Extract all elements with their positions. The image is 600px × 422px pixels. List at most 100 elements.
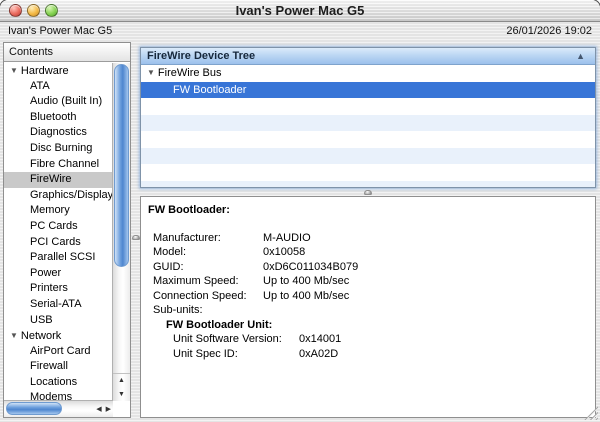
sidebar-item-firewall[interactable]: Firewall (4, 359, 113, 375)
detail-value: 0x14001 (299, 333, 342, 345)
scroll-right-arrow-icon[interactable]: ▶ (106, 405, 111, 413)
contents-list: ▼ Hardware ATA Audio (Built In) Bluetooth… (4, 63, 113, 401)
sidebar-item-usb[interactable]: USB (4, 313, 113, 329)
sidebar-item-label: Printers (30, 282, 68, 295)
sidebar-item-ata[interactable]: ATA (4, 79, 113, 95)
sidebar-item-label: AirPort Card (30, 344, 91, 357)
tree-row-label: FireWire Bus (157, 67, 222, 79)
sidebar-item-disc-burning[interactable]: Disc Burning (4, 141, 113, 157)
details-subunit-title: FW Bootloader Unit: (166, 318, 273, 331)
sidebar-item-diagnostics[interactable]: Diagnostics (4, 125, 113, 141)
device-tree-header-label: FireWire Device Tree (147, 50, 256, 62)
contents-header: Contents (4, 43, 130, 62)
sidebar-item-pc-cards[interactable]: PC Cards (4, 219, 113, 235)
detail-label: Unit Software Version: (173, 333, 282, 345)
detail-value: Up to 400 Mb/sec (263, 289, 350, 302)
sidebar-item-label: Audio (Built In) (30, 95, 103, 108)
sidebar-item-label: PCI Cards (30, 235, 81, 248)
sidebar-item-fibre-channel[interactable]: Fibre Channel (4, 157, 113, 173)
tree-row-fw-bootloader[interactable]: FW Bootloader (141, 81, 595, 98)
sidebar-item-label: Diagnostics (30, 126, 87, 139)
splitter-dimple-icon[interactable] (364, 189, 372, 195)
detail-value: M-AUDIO (263, 231, 311, 244)
tree-empty-row[interactable] (141, 131, 595, 148)
detail-label: Unit Spec ID: (173, 347, 238, 360)
detail-value: 0xD6C011034B079 (263, 260, 359, 273)
detail-row-connection-speed: Connection Speed: Up to 400 Mb/sec (141, 289, 595, 304)
scroll-down-arrow-icon[interactable]: ▼ (113, 388, 130, 402)
detail-row-unit-spec-id: Unit Spec ID: 0xA02D (141, 347, 595, 362)
tree-row-firewire-bus[interactable]: ▼ FireWire Bus (141, 65, 595, 82)
sidebar-item-label: ATA (30, 79, 50, 92)
horizontal-scrollbar-thumb[interactable] (6, 402, 62, 415)
sidebar-horizontal-scrollbar[interactable]: ◀ ▶ (4, 400, 113, 417)
tree-empty-row[interactable] (141, 114, 595, 131)
detail-value: Up to 400 Mb/sec (263, 275, 350, 287)
tree-empty-row[interactable] (141, 147, 595, 164)
sidebar-item-locations[interactable]: Locations (4, 375, 113, 391)
detail-label: Model: (153, 246, 187, 258)
sidebar-item-firewire[interactable]: FireWire (4, 172, 113, 188)
disclosure-triangle-icon[interactable]: ▼ (147, 68, 155, 77)
detail-label: Connection Speed: (153, 289, 247, 302)
detail-label: Maximum Speed: (153, 275, 239, 287)
vertical-splitter[interactable] (131, 42, 140, 418)
sidebar-item-label: Fibre Channel (30, 157, 100, 170)
sort-ascending-icon[interactable]: ▲ (576, 48, 585, 64)
window-title: Ivan's Power Mac G5 (235, 3, 365, 18)
sidebar-item-label: USB (30, 313, 53, 326)
sidebar-item-power[interactable]: Power (4, 266, 113, 282)
detail-row-guid: GUID: 0xD6C011034B079 (141, 260, 595, 275)
detail-value: 0xA02D (299, 347, 339, 360)
sidebar-item-bluetooth[interactable]: Bluetooth (4, 110, 113, 126)
sidebar-item-parallel-scsi[interactable]: Parallel SCSI (4, 250, 113, 266)
sidebar-item-label: Memory (30, 204, 70, 217)
sidebar-item-label: FireWire (30, 173, 72, 186)
tree-empty-row[interactable] (141, 98, 595, 115)
disclosure-triangle-icon[interactable]: ▼ (10, 331, 18, 340)
tree-row-label: FW Bootloader (173, 83, 247, 96)
details-title: FW Bootloader: (148, 204, 230, 216)
sidebar-item-label: Parallel SCSI (30, 251, 96, 264)
sidebar-item-serial-ata[interactable]: Serial-ATA (4, 297, 113, 313)
sidebar-item-label: Hardware (20, 65, 69, 77)
detail-label: Sub-units: (153, 304, 203, 316)
sidebar-item-label: Network (20, 330, 62, 343)
sidebar-item-label: Power (30, 266, 62, 279)
sidebar-item-graphics-displays[interactable]: Graphics/Displays (4, 188, 113, 204)
splitter-dimple-icon[interactable] (131, 235, 140, 240)
detail-row-maximum-speed: Maximum Speed: Up to 400 Mb/sec (141, 274, 595, 289)
sidebar-vertical-scrollbar[interactable]: ▲ ▼ (112, 63, 130, 401)
sidebar-group-network[interactable]: ▼ Network (4, 328, 113, 344)
report-datetime: 26/01/2026 19:02 (506, 25, 592, 37)
sidebar-item-pci-cards[interactable]: PCI Cards (4, 235, 113, 251)
horizontal-scrollbar-arrows: ◀ ▶ (96, 401, 111, 417)
scroll-left-arrow-icon[interactable]: ◀ (96, 405, 101, 413)
sidebar-item-printers[interactable]: Printers (4, 281, 113, 297)
computer-name: Ivan's Power Mac G5 (8, 25, 113, 37)
scroll-up-arrow-icon[interactable]: ▲ (113, 374, 130, 388)
detail-row-model: Model: 0x10058 (141, 245, 595, 260)
disclosure-triangle-icon[interactable]: ▼ (10, 66, 18, 75)
sidebar-group-hardware[interactable]: ▼ Hardware (4, 63, 113, 79)
sidebar-item-audio-built-in[interactable]: Audio (Built In) (4, 94, 113, 110)
contents-panel: Contents ▼ Hardware ATA Audio (Built In) … (3, 42, 131, 418)
sidebar-item-memory[interactable]: Memory (4, 203, 113, 219)
detail-row-sub-units: Sub-units: (141, 303, 595, 318)
detail-label: Manufacturer: (153, 231, 221, 244)
device-details-panel: FW Bootloader: Manufacturer: M-AUDIO Mod… (140, 196, 596, 418)
tree-empty-row[interactable] (141, 164, 595, 181)
vertical-scrollbar-thumb[interactable] (114, 64, 129, 267)
horizontal-splitter[interactable] (140, 188, 596, 196)
detail-value: 0x10058 (263, 246, 306, 258)
detail-label: GUID: (153, 260, 184, 273)
sidebar-item-label: Bluetooth (30, 110, 77, 123)
sidebar-item-label: Graphics/Displays (30, 188, 113, 201)
sidebar-item-label: Locations (30, 375, 78, 388)
sidebar-item-airport-card[interactable]: AirPort Card (4, 344, 113, 360)
tree-empty-row[interactable] (141, 180, 595, 187)
device-tree-column-header[interactable]: FireWire Device Tree ▲ (141, 48, 595, 65)
detail-row-manufacturer: Manufacturer: M-AUDIO (141, 231, 595, 246)
titlebar[interactable]: Ivan's Power Mac G5 (0, 0, 600, 22)
